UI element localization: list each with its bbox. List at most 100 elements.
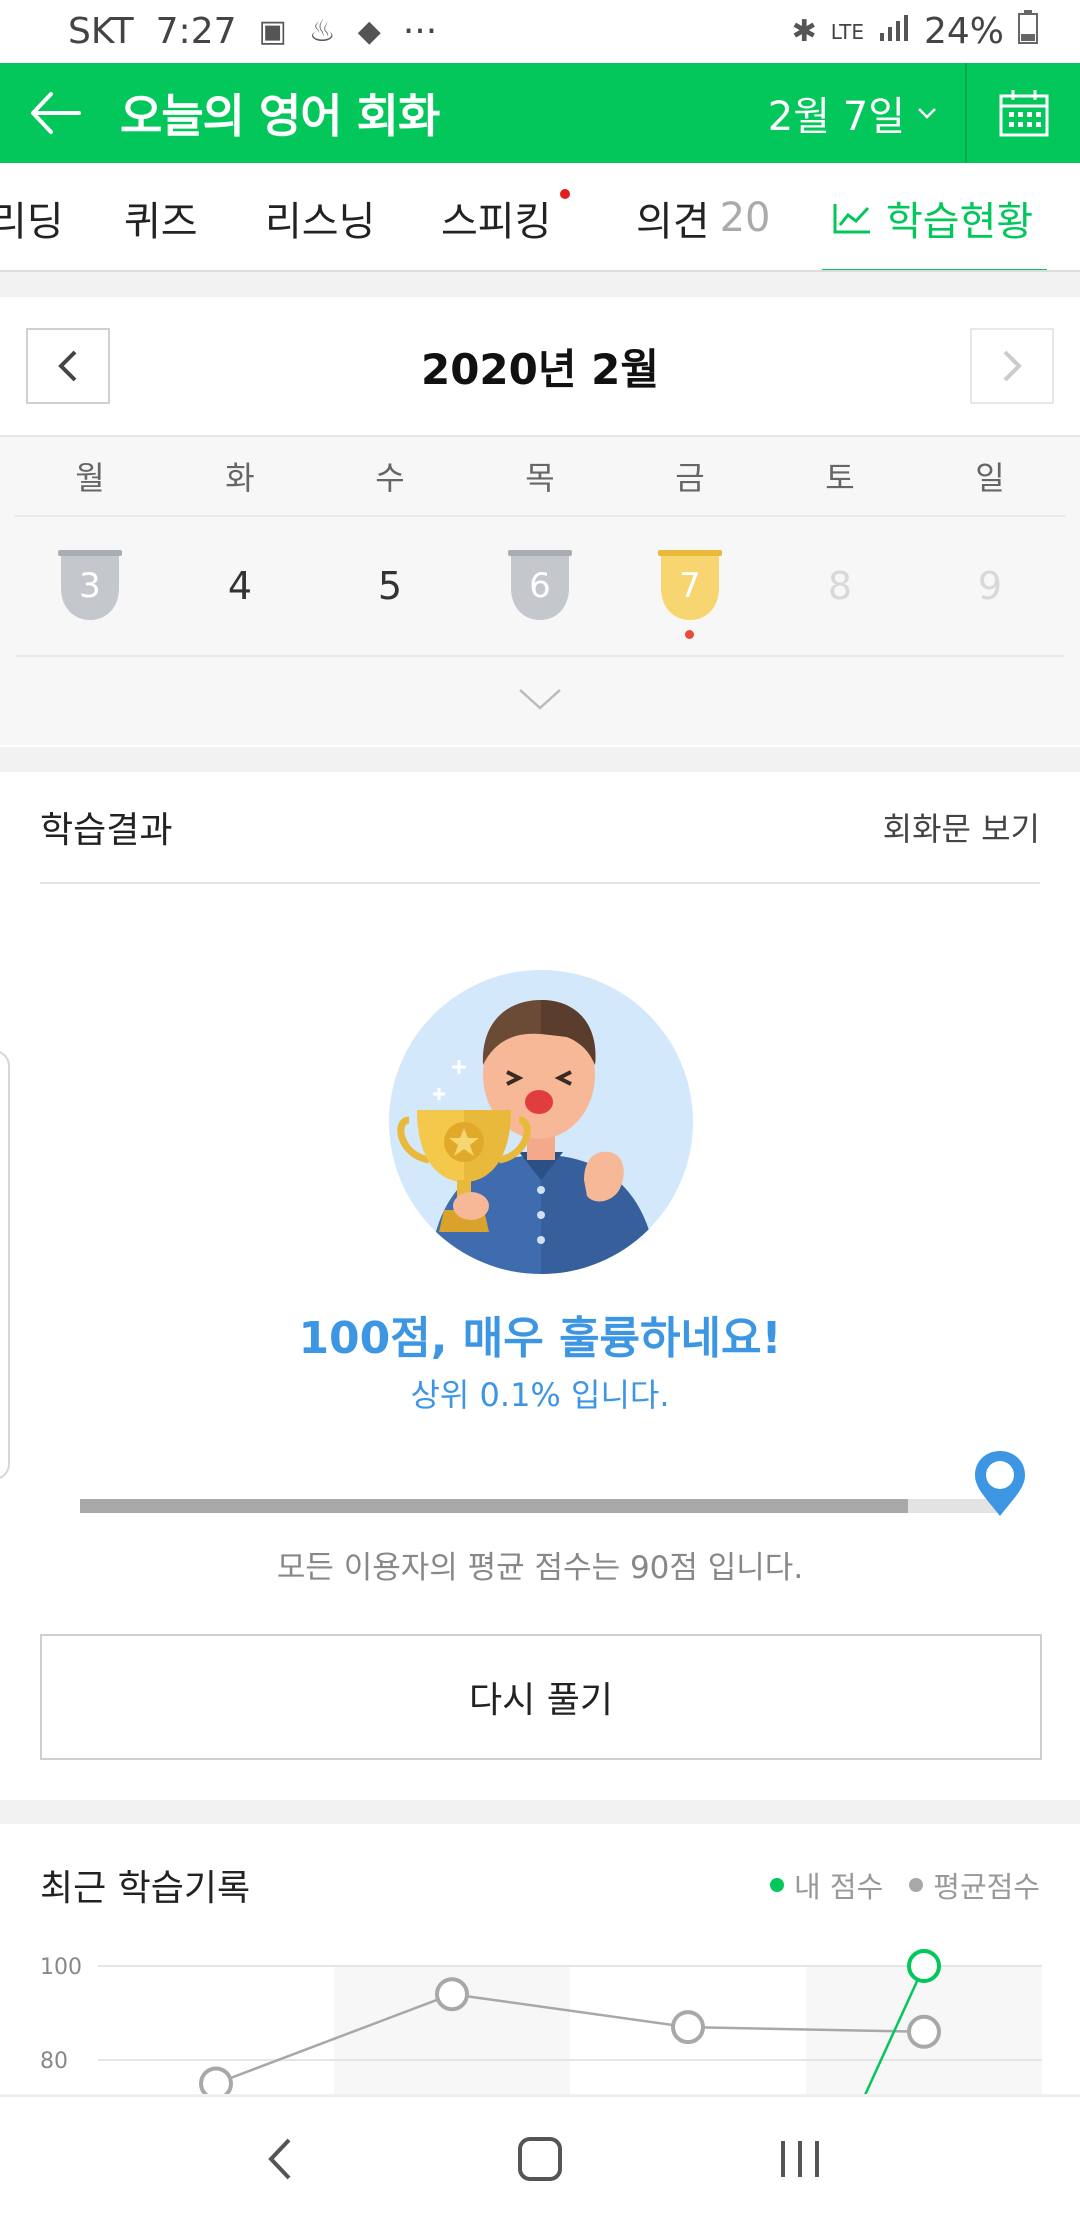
tab-quiz[interactable]: 퀴즈	[124, 163, 198, 270]
view-dialogue-link[interactable]: 회화문 보기	[883, 804, 1040, 850]
weekday-label: 화	[225, 459, 255, 497]
tab-speaking[interactable]: 스피킹	[441, 163, 570, 270]
recent-history-section: 최근 학습기록 내 점수 평균점수 100 80	[0, 1824, 1080, 2094]
average-message: 모든 이용자의 평균 점수는 90점 입니다.	[276, 1550, 804, 1586]
day-cell[interactable]: 3	[15, 516, 165, 656]
day-cell: 9	[915, 516, 1065, 656]
day-cell[interactable]: 5	[315, 516, 465, 656]
score-message: 100점, 매우 훌륭하네요!	[298, 1313, 782, 1364]
average-score-point	[435, 1977, 469, 2012]
gold-cup-icon: 7	[656, 548, 724, 624]
app-bar: 오늘의 영어 회화 2월 7일	[0, 63, 1080, 163]
calendar-icon	[999, 90, 1048, 137]
retry-button[interactable]: 다시 풀기	[40, 1634, 1042, 1760]
date-selector[interactable]: 2월 7일	[768, 84, 965, 142]
today-indicator-dot	[685, 630, 694, 639]
tab-comments[interactable]: 의견 20	[636, 163, 771, 270]
day-cell[interactable]: 6	[465, 516, 615, 656]
legend-label: 평균점수	[933, 1870, 1040, 1904]
battery-icon	[1018, 10, 1038, 53]
section-title: 학습결과	[40, 810, 173, 851]
rank-message: 상위 0.1% 입니다.	[410, 1376, 670, 1414]
tab-listening[interactable]: 리스닝	[265, 163, 376, 270]
prev-month-button[interactable]	[26, 328, 110, 404]
result-section: 학습결과 회화문 보기 100점, 매우 훌륭하네요! 상위 0.1% 입니다.…	[0, 772, 1080, 1800]
chevron-left-icon	[58, 350, 77, 382]
y-tick-label: 100	[40, 1955, 82, 1980]
section-title: 최근 학습기록	[40, 1868, 251, 1909]
average-score-point	[907, 2014, 941, 2049]
silver-cup-icon: 6	[506, 548, 574, 624]
day-number: 3	[79, 566, 101, 606]
chevron-left-icon	[268, 2138, 291, 2179]
new-badge-dot	[560, 189, 570, 199]
expand-calendar-button[interactable]	[0, 657, 1080, 743]
chevron-down-icon	[519, 689, 561, 710]
legend-dot	[770, 1878, 784, 1892]
signal-icon	[878, 11, 910, 52]
system-nav-bar	[0, 2095, 1080, 2220]
tab-label: 퀴즈	[124, 198, 198, 245]
back-button[interactable]	[0, 63, 110, 163]
day-cell[interactable]: 4	[165, 516, 315, 656]
silver-cup-icon: 3	[56, 548, 124, 624]
day-cell: 8	[765, 516, 915, 656]
legend-item-average: 평균점수	[909, 1864, 1040, 1906]
next-month-button[interactable]	[970, 328, 1054, 404]
weekday-header: 월 화 수 목 금 토 일	[15, 437, 1065, 517]
system-home-button[interactable]	[495, 2114, 585, 2204]
gallery-icon: ▣	[258, 14, 287, 49]
chevron-down-icon	[918, 108, 936, 119]
trophy-character-illustration	[389, 970, 693, 1274]
shopping-bag-icon: ◆	[357, 14, 381, 49]
chart-legend: 내 점수 평균점수	[770, 1864, 1040, 1906]
y-tick-label: 80	[40, 2049, 68, 2074]
day-number: 5	[377, 564, 403, 608]
average-score-point	[199, 2066, 233, 2094]
my-score-marker-icon	[975, 1451, 1025, 1516]
notification-icon: ♨	[308, 14, 336, 49]
legend-label: 내 점수	[794, 1870, 884, 1904]
clock: 7:27	[155, 11, 237, 52]
chevron-right-icon	[1003, 350, 1022, 382]
arrow-left-icon	[31, 92, 81, 134]
more-notifications-icon: ···	[402, 11, 438, 52]
weekday-label: 목	[525, 459, 555, 497]
tab-label: 의견	[636, 198, 710, 245]
status-bar: SKT 7:27 ▣ ♨ ◆ ··· ✱ LTE 24%	[0, 0, 1080, 63]
day-number: 8	[827, 564, 853, 608]
weekday-label: 금	[675, 459, 705, 497]
calendar-button[interactable]	[965, 63, 1080, 163]
home-square-icon	[518, 2136, 562, 2181]
day-number: 9	[977, 564, 1003, 608]
weekday-label: 토	[825, 459, 855, 497]
history-line-chart: 100 80	[40, 1949, 1042, 2094]
comment-count: 20	[719, 194, 771, 241]
weekday-label: 수	[375, 459, 405, 497]
average-score-fill	[80, 1499, 908, 1513]
chart-line-icon	[833, 203, 870, 233]
bluetooth-icon: ✱	[791, 14, 817, 49]
day-number: 6	[529, 566, 551, 606]
carrier-label: SKT	[68, 11, 134, 52]
side-drawer-handle[interactable]	[0, 1050, 10, 1480]
weekday-label: 일	[975, 459, 1005, 497]
month-label: 2020년 2월	[420, 344, 660, 394]
tab-progress[interactable]: 학습현황	[822, 163, 1048, 270]
network-type: LTE	[830, 19, 864, 44]
week-row: 3 4 5 6 7 8 9	[15, 517, 1065, 657]
tab-reading[interactable]: 리딩	[0, 163, 64, 270]
system-back-button[interactable]	[235, 2114, 325, 2204]
date-label: 2월 7일	[767, 94, 905, 140]
tab-label: 스피킹	[441, 198, 552, 245]
legend-item-mine: 내 점수	[770, 1864, 883, 1906]
tab-label: 리스닝	[265, 198, 376, 245]
system-recents-button[interactable]	[755, 2114, 845, 2204]
tab-label: 리딩	[0, 198, 64, 245]
day-number: 7	[679, 566, 701, 606]
day-cell-today[interactable]: 7	[615, 516, 765, 656]
tab-bar: 리딩 퀴즈 리스닝 스피킹 의견20 학습현황	[0, 163, 1080, 272]
my-score-point	[907, 1949, 941, 1983]
weekly-calendar: 2020년 2월 월 화 수 목 금 토 일 3 4 5 6 7 8 9	[0, 297, 1080, 747]
weekday-label: 월	[75, 459, 105, 497]
